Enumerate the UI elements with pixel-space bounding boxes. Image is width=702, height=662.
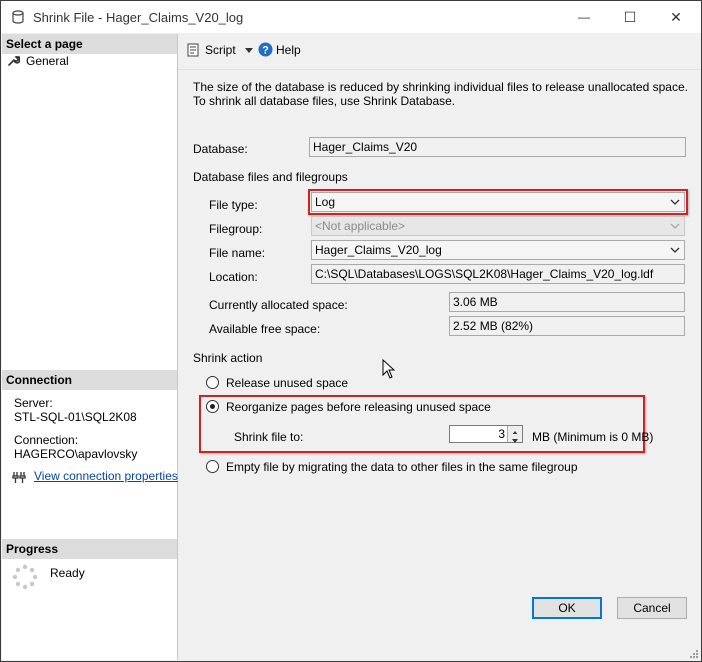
progress-status: Ready — [50, 566, 85, 580]
empty-file-label: Empty file by migrating the data to othe… — [226, 460, 578, 474]
chevron-down-icon — [245, 48, 253, 53]
description-text: The size of the database is reduced by s… — [193, 80, 688, 108]
ok-button[interactable]: OK — [532, 597, 602, 619]
progress-header: Progress — [2, 539, 177, 559]
shrink-file-to-value: 3 — [498, 427, 505, 441]
help-button[interactable]: ? Help — [258, 41, 308, 59]
option-release-unused[interactable]: Release unused space — [206, 375, 506, 391]
help-icon: ? — [258, 42, 273, 57]
release-radio[interactable] — [206, 376, 219, 389]
free-space-field: 2.52 MB (82%) — [449, 316, 685, 336]
general-page-content: The size of the database is reduced by s… — [178, 70, 700, 624]
script-icon — [187, 43, 199, 57]
shrink-file-to-label: Shrink file to: — [234, 430, 304, 444]
file-type-label: File type: — [209, 198, 258, 212]
file-name-value: Hager_Claims_V20_log — [315, 243, 442, 257]
maximize-icon: ☐ — [623, 8, 637, 25]
minimize-icon: — — [578, 10, 590, 24]
window-title: Shrink File - Hager_Claims_V20_log — [33, 10, 244, 25]
option-reorganize[interactable]: Reorganize pages before releasing unused… — [206, 399, 626, 415]
sidebar-item-label: General — [26, 54, 69, 68]
shrink-file-dialog: Shrink File - Hager_Claims_V20_log — ☐ ✕… — [0, 0, 702, 662]
files-filegroups-label: Database files and filegroups — [193, 170, 348, 184]
progress-spinner-icon — [12, 564, 38, 590]
caret-down-icon — [512, 439, 518, 443]
select-page-header: Select a page — [2, 34, 177, 54]
location-field: C:\SQL\Databases\LOGS\SQL2K08\Hager_Clai… — [311, 264, 685, 284]
left-panel: Select a page General Connection Server:… — [2, 34, 178, 660]
chevron-down-icon — [670, 247, 680, 253]
database-label: Database: — [193, 142, 248, 156]
toolbar: Script ? Help — [178, 34, 700, 70]
file-name-label: File name: — [209, 246, 266, 260]
filegroup-select: <Not applicable> — [311, 216, 685, 236]
server-value: STL-SQL-01\SQL2K08 — [14, 410, 137, 424]
reorganize-label: Reorganize pages before releasing unused… — [226, 400, 491, 414]
database-field: Hager_Claims_V20 — [309, 137, 686, 157]
free-space-label: Available free space: — [209, 322, 321, 336]
sidebar-item-general[interactable]: General — [8, 53, 168, 69]
connection-value: HAGERCO\apavlovsky — [14, 447, 138, 461]
filegroup-value: <Not applicable> — [315, 219, 406, 233]
connection-label: Connection: — [14, 433, 79, 447]
svg-text:?: ? — [262, 45, 269, 57]
resize-grip-icon[interactable] — [688, 648, 698, 658]
script-label: Script — [205, 43, 236, 57]
shrink-file-to-stepper[interactable]: 3 — [449, 425, 523, 443]
location-label: Location: — [209, 270, 258, 284]
filegroup-label: Filegroup: — [209, 222, 263, 236]
file-type-highlight — [308, 189, 688, 215]
view-connection-properties-link[interactable]: View connection properties — [34, 469, 178, 483]
close-button[interactable]: ✕ — [653, 1, 699, 33]
wrench-icon — [8, 55, 20, 66]
connection-header: Connection — [2, 370, 177, 390]
connection-properties-icon — [12, 472, 26, 483]
stepper-down-button[interactable] — [508, 434, 522, 443]
reorganize-radio[interactable] — [206, 400, 219, 413]
option-empty-file[interactable]: Empty file by migrating the data to othe… — [206, 459, 686, 475]
chevron-down-icon — [670, 223, 680, 229]
shrink-unit-note: MB (Minimum is 0 MB) — [532, 430, 654, 444]
stepper-buttons — [507, 426, 522, 443]
script-button[interactable]: Script — [186, 41, 256, 59]
help-label: Help — [276, 43, 301, 57]
close-icon: ✕ — [670, 8, 682, 25]
minimize-button[interactable]: — — [561, 1, 607, 33]
shrink-action-label: Shrink action — [193, 351, 263, 365]
server-label: Server: — [14, 396, 53, 410]
allocated-space-label: Currently allocated space: — [209, 298, 348, 312]
file-name-select[interactable]: Hager_Claims_V20_log — [311, 240, 685, 260]
database-icon — [12, 10, 24, 24]
maximize-button[interactable]: ☐ — [607, 1, 653, 33]
cancel-button[interactable]: Cancel — [617, 597, 687, 619]
empty-file-radio[interactable] — [206, 460, 219, 473]
allocated-space-field: 3.06 MB — [449, 292, 685, 312]
title-bar: Shrink File - Hager_Claims_V20_log — ☐ ✕ — [1, 1, 701, 33]
release-label: Release unused space — [226, 376, 349, 390]
main-panel: Script ? Help The size of the database i… — [178, 34, 700, 624]
